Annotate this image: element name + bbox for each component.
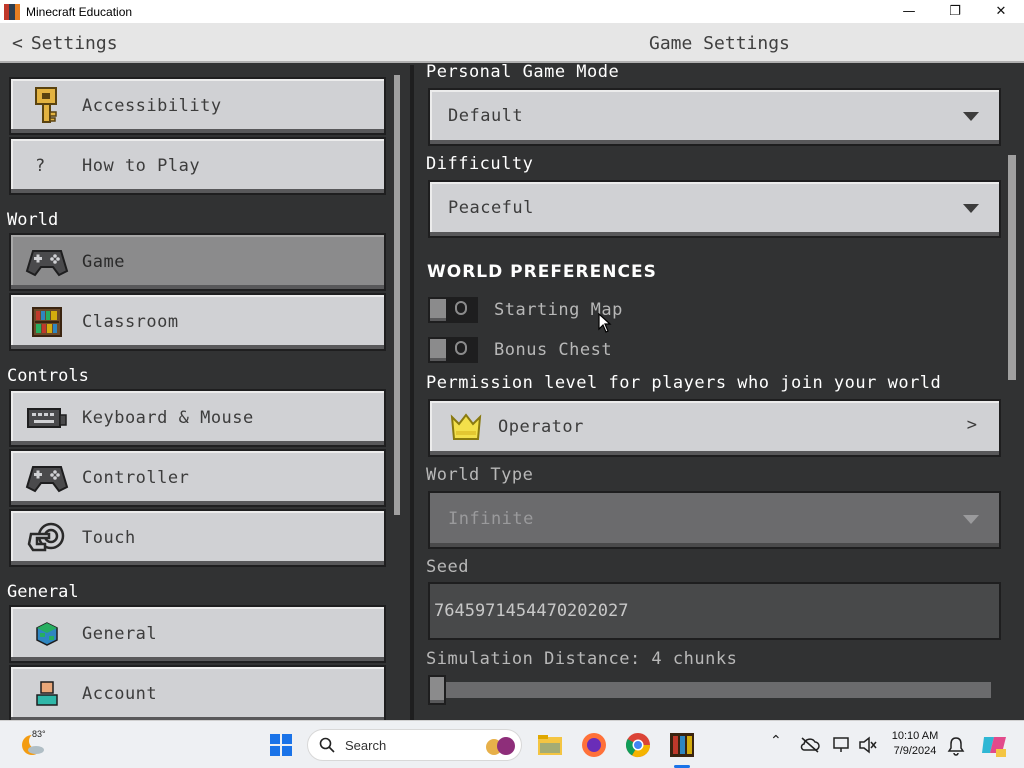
section-label-controls: Controls [7,366,89,386]
sidebar-item-classroom[interactable]: Classroom [9,293,386,351]
controller-icon [25,458,69,498]
volume-muted-icon[interactable] [858,736,878,754]
sidebar-item-game[interactable]: Game [9,233,386,291]
minecraft-app-icon [4,3,20,20]
settings-scrollbar[interactable] [1008,155,1016,380]
minecraft-education-icon[interactable] [668,731,696,759]
sidebar-item-touch[interactable]: Touch [9,509,386,567]
toggle-knob [430,339,446,361]
chevron-up-icon[interactable]: ⌃ [770,733,782,749]
settings-header: < Settings Game Settings [0,23,1024,63]
question-icon: ? [35,156,46,176]
keyboard-icon [25,398,69,438]
cloud-offline-icon[interactable] [800,736,820,754]
sidebar-item-label: Keyboard & Mouse [82,408,254,428]
bonus-chest-toggle[interactable] [428,337,478,363]
sidebar-item-keyboard-mouse[interactable]: Keyboard & Mouse [9,389,386,447]
window-titlebar: Minecraft Education — ❐ ✕ [0,0,1024,23]
touch-icon [25,518,69,558]
sidebar-scrollbar[interactable] [394,75,400,515]
weather-temperature: 83° [32,729,46,739]
crown-icon [450,413,482,445]
section-label-general: General [7,582,79,602]
sidebar-item-label: Game [82,252,125,272]
clock-date: 7/9/2024 [893,745,937,757]
sidebar-item-label: Controller [82,468,190,488]
close-button[interactable]: ✕ [978,0,1024,23]
sidebar-item-accessibility[interactable]: Accessibility [9,77,386,135]
caret-down-icon [963,112,979,121]
firefox-icon[interactable] [580,731,608,759]
sidebar-item-controller[interactable]: Controller [9,449,386,507]
world-type-label: World Type [426,465,534,485]
starting-map-toggle[interactable] [428,297,478,323]
starting-map-row: Starting Map [428,296,623,324]
caret-down-icon [963,204,979,213]
network-icon[interactable] [832,736,852,754]
bonus-chest-row: Bonus Chest [428,336,612,364]
bookshelf-icon [25,302,69,342]
account-icon [25,674,69,714]
sidebar-item-label: Accessibility [82,96,222,116]
sidebar-item-label: How to Play [82,156,201,176]
difficulty-dropdown[interactable]: Peaceful [428,180,1001,238]
permission-value: Operator [498,417,584,437]
search-icon [319,737,335,753]
taskbar-clock[interactable]: 10:10 AM 7/9/2024 [884,729,946,759]
seed-label: Seed [426,557,469,577]
mouse-cursor-icon [598,313,612,333]
simulation-distance-label: Simulation Distance: 4 chunks [426,649,738,669]
sidebar-item-label: Touch [82,528,136,548]
world-type-dropdown: Infinite [428,491,1001,549]
back-label: Settings [30,32,118,54]
globe-icon [25,614,69,654]
window-title: Minecraft Education [26,4,133,19]
windows-taskbar: 83° Search ⌃ 10:10 AM 7/9/2024 [0,720,1024,768]
seed-input[interactable]: 7645971454470202027 [428,582,1001,640]
sidebar-item-how-to-play[interactable]: ? How to Play [9,137,386,195]
file-explorer-icon[interactable] [536,731,564,759]
sidebar-item-label: Account [82,684,158,704]
windows-logo-icon [270,734,280,744]
dropdown-value: Default [448,106,524,126]
dropdown-value: Infinite [448,509,534,529]
dropdown-value: Peaceful [448,198,534,218]
chevron-left-icon: < [12,32,23,54]
toggle-knob [430,299,446,321]
permission-level-button[interactable]: Operator > [428,399,1001,457]
copilot-icon[interactable] [980,731,1008,759]
permission-level-label: Permission level for players who join yo… [426,373,942,393]
simulation-distance-slider[interactable] [428,682,991,698]
minimize-button[interactable]: — [886,0,932,23]
start-button[interactable] [270,734,292,756]
search-highlight-icon [484,735,516,761]
personal-game-mode-label: Personal Game Mode [426,62,620,82]
page-title: Game Settings [649,32,790,54]
gamepad-icon [25,242,69,282]
key-icon [25,86,69,126]
toggle-off-icon [455,301,467,315]
chrome-icon[interactable] [624,731,652,759]
sidebar-item-label: General [82,624,158,644]
chevron-right-icon: > [966,415,977,435]
slider-handle[interactable] [428,675,446,705]
section-label-world: World [7,210,59,230]
sidebar-item-label: Classroom [82,312,179,332]
bonus-chest-label: Bonus Chest [494,340,613,360]
maximize-button[interactable]: ❐ [932,0,978,23]
personal-game-mode-dropdown[interactable]: Default [428,88,1001,146]
caret-down-icon [963,515,979,524]
seed-value: 7645971454470202027 [434,601,629,621]
clock-time: 10:10 AM [891,730,939,742]
sidebar-item-general[interactable]: General [9,605,386,663]
toggle-off-icon [455,341,467,355]
difficulty-label: Difficulty [426,154,534,174]
notification-bell-icon[interactable] [947,736,965,756]
world-preferences-heading: WORLD PREFERENCES [427,262,657,282]
taskbar-search-box[interactable]: Search [307,729,522,761]
search-placeholder: Search [345,737,387,753]
back-button[interactable]: < Settings [12,23,118,63]
sidebar-item-account[interactable]: Account [9,665,386,723]
